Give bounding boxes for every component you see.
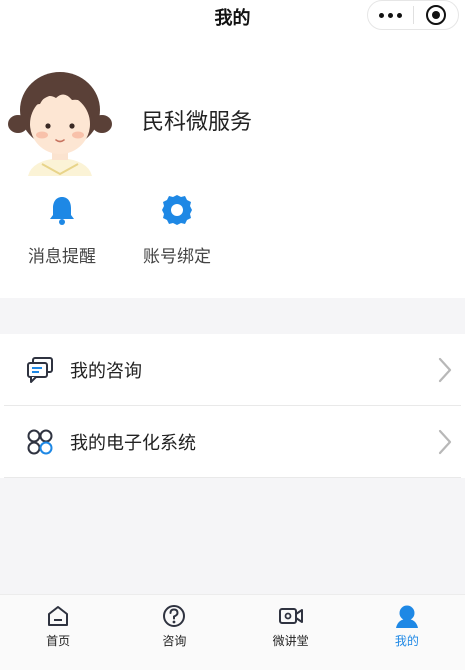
list-item-my-electronic-system[interactable]: 我的电子化系统 [4, 406, 461, 478]
target-icon [425, 5, 446, 25]
chevron-right-icon [438, 357, 452, 383]
girl-avatar-icon [8, 72, 112, 176]
gear-icon [162, 195, 192, 225]
tab-consult[interactable]: 咨询 [116, 595, 232, 670]
tab-bar: 首页 咨询 微讲堂 我的 [0, 594, 465, 670]
tab-label: 首页 [46, 634, 71, 648]
navigation-bar: 我的 [0, 0, 465, 40]
chevron-right-icon [438, 429, 452, 455]
home-icon [48, 606, 69, 626]
more-dots-icon [379, 12, 402, 18]
chat-icon [27, 357, 53, 383]
list-item-label: 我的电子化系统 [70, 432, 196, 454]
account-binding-button[interactable]: 账号绑定 [127, 192, 227, 267]
tab-label: 咨询 [162, 634, 187, 648]
quick-action-label: 账号绑定 [143, 247, 211, 267]
profile-name: 民科微服务 [142, 110, 253, 135]
question-icon [163, 605, 186, 627]
quick-action-label: 消息提醒 [28, 247, 96, 267]
tab-label: 我的 [394, 634, 419, 648]
list-item-my-consultation[interactable]: 我的咨询 [4, 334, 461, 406]
video-icon [278, 608, 303, 624]
message-reminder-button[interactable]: 消息提醒 [12, 192, 112, 267]
tab-mine[interactable]: 我的 [349, 595, 465, 670]
more-options-button[interactable] [368, 12, 413, 18]
profile-card: 民科微服务 消息提醒 账号绑定 [0, 40, 465, 298]
tab-micro-lecture[interactable]: 微讲堂 [233, 595, 349, 670]
mini-program-capsule [367, 0, 459, 30]
list-item-label: 我的咨询 [70, 360, 142, 382]
menu-list: 我的咨询 我的电子化系统 [0, 334, 465, 478]
tab-home[interactable]: 首页 [0, 595, 116, 670]
avatar[interactable] [6, 64, 114, 176]
close-mini-program-button[interactable] [414, 5, 458, 25]
user-icon [395, 605, 418, 628]
bell-icon [50, 197, 74, 225]
tab-label: 微讲堂 [272, 634, 309, 648]
grid-icon [27, 429, 53, 455]
